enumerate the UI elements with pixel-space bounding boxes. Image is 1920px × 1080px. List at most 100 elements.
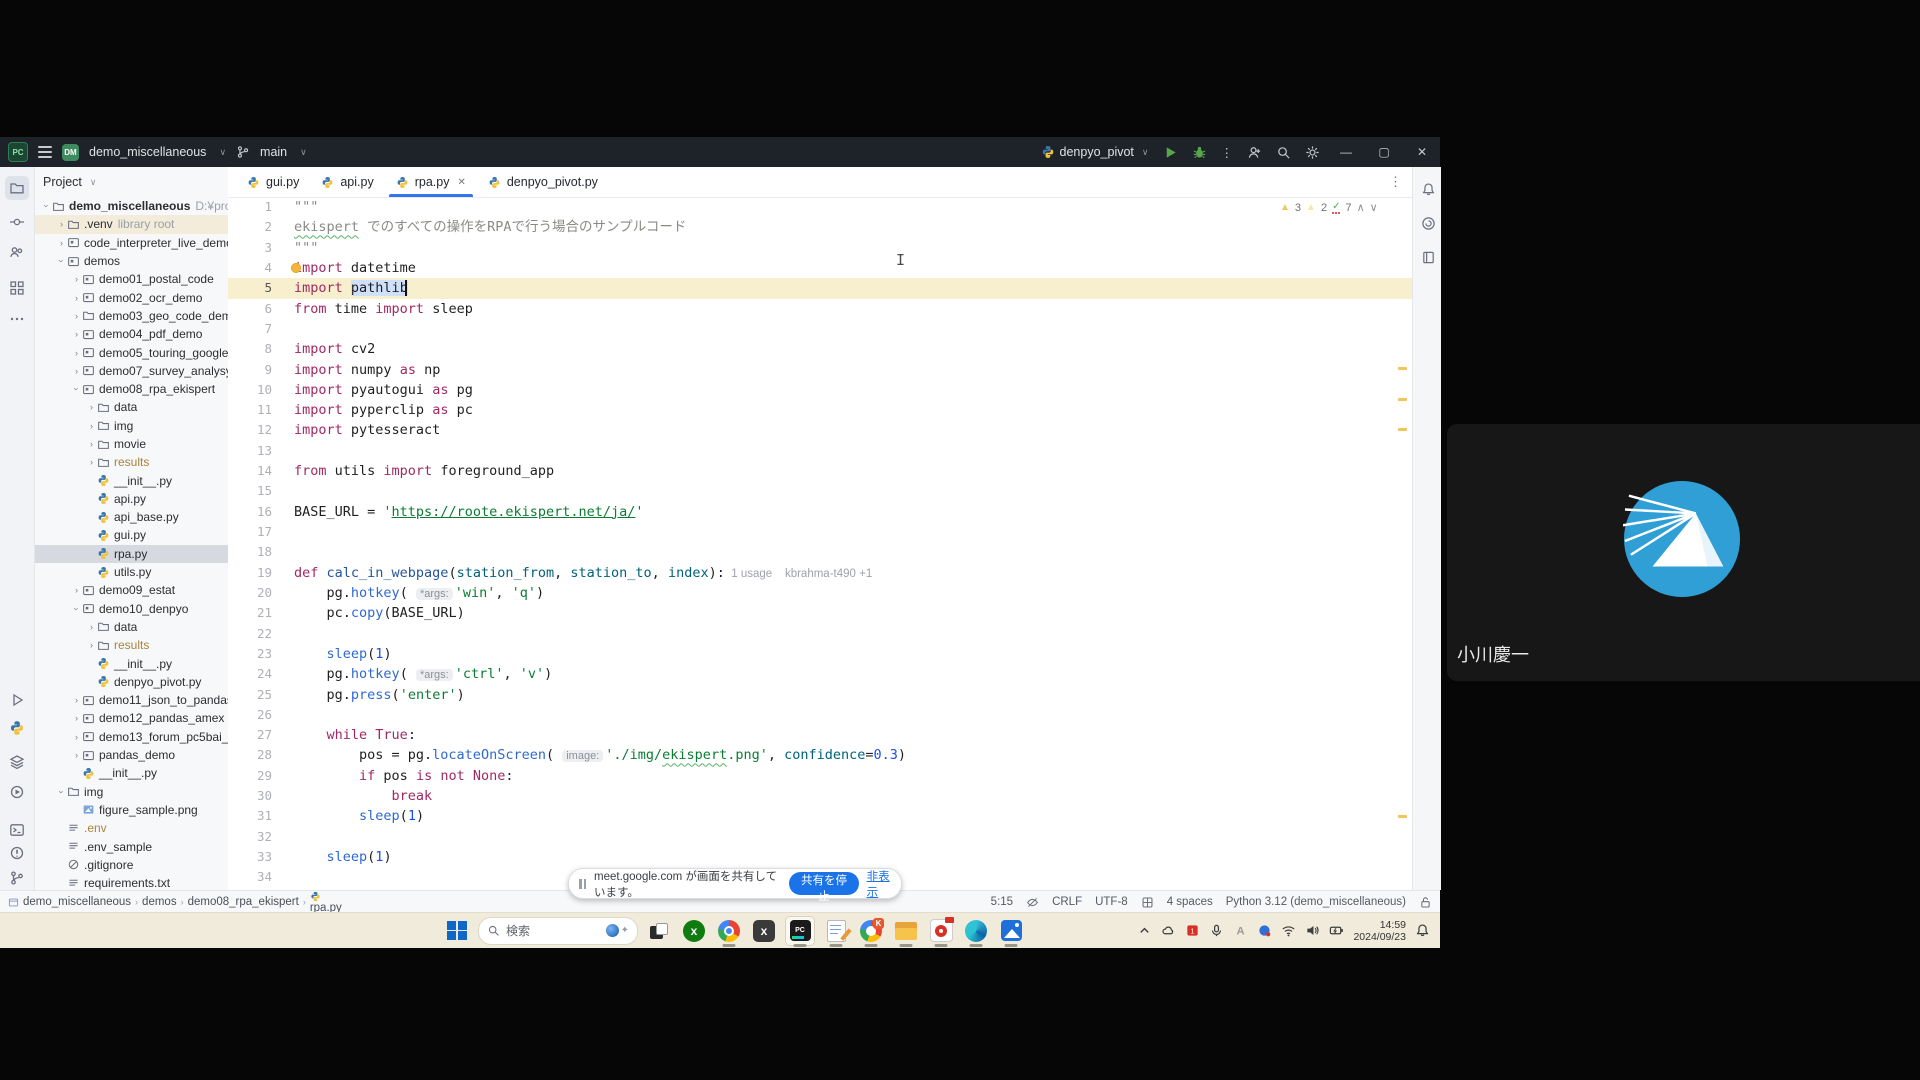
- branch-name[interactable]: main: [260, 145, 287, 159]
- python-interpreter[interactable]: Python 3.12 (demo_miscellaneous): [1226, 896, 1406, 908]
- ime-a-icon[interactable]: A: [1233, 923, 1248, 938]
- indent-setting[interactable]: 4 spaces: [1167, 896, 1213, 908]
- problems-icon[interactable]: [5, 841, 29, 865]
- tree-item-demo_miscellaneous[interactable]: ›demo_miscellaneousD:¥projects¥dem: [35, 197, 228, 215]
- lock-icon[interactable]: [1419, 896, 1432, 909]
- tree-item-demos[interactable]: ›demos: [35, 252, 228, 270]
- search-icon[interactable]: [1276, 145, 1291, 160]
- status-dot-icon[interactable]: [1257, 923, 1272, 938]
- chevron-expanded-icon[interactable]: ›: [72, 603, 82, 614]
- start-icon[interactable]: [443, 917, 471, 945]
- mic-icon[interactable]: [1209, 923, 1224, 938]
- explorer-icon[interactable]: [892, 917, 920, 945]
- tree-item-rpa.py[interactable]: rpa.py: [35, 545, 228, 563]
- run-config-widget[interactable]: denpyo_pivot ∨: [1041, 145, 1149, 159]
- wifi-icon[interactable]: [1281, 923, 1296, 938]
- close-button[interactable]: ✕: [1410, 145, 1434, 159]
- documentation-icon[interactable]: [1416, 245, 1440, 269]
- chevron-expanded-icon[interactable]: ›: [72, 384, 82, 395]
- chevron-up-icon[interactable]: [1137, 923, 1152, 938]
- tab-api-py[interactable]: api.py: [310, 167, 384, 197]
- tree-item-api.py[interactable]: api.py: [35, 490, 228, 508]
- next-issue-icon[interactable]: ∨: [1370, 201, 1378, 214]
- tree-item-.gitignore[interactable]: .gitignore: [35, 856, 228, 874]
- tree-item-utils.py[interactable]: utils.py: [35, 563, 228, 581]
- notifications-bell-icon[interactable]: [1416, 177, 1440, 201]
- chevron-collapsed-icon[interactable]: ›: [71, 750, 82, 760]
- run-icon[interactable]: [5, 688, 29, 712]
- photos-icon[interactable]: [997, 917, 1025, 945]
- breadcrumb-item[interactable]: demos: [142, 896, 177, 908]
- tree-item-demo03_geo_code_demo[interactable]: ›demo03_geo_code_demo: [35, 307, 228, 325]
- breadcrumb-item[interactable]: rpa.py: [310, 891, 342, 914]
- chevron-expanded-icon[interactable]: ›: [57, 786, 67, 797]
- tree-item-.env[interactable]: .env: [35, 819, 228, 837]
- chevron-collapsed-icon[interactable]: ›: [71, 732, 82, 742]
- tree-item-demo09_estat[interactable]: ›demo09_estat: [35, 581, 228, 599]
- maximize-button[interactable]: ▢: [1372, 145, 1396, 159]
- chevron-expanded-icon[interactable]: ›: [42, 201, 52, 212]
- tree-item-requirements.txt[interactable]: requirements.txt: [35, 874, 228, 890]
- chevron-collapsed-icon[interactable]: ›: [56, 238, 67, 248]
- tab-gui-py[interactable]: gui.py: [236, 167, 310, 197]
- tree-item-__init__.py[interactable]: __init__.py: [35, 654, 228, 672]
- tree-item-results[interactable]: ›results: [35, 636, 228, 654]
- tab-rpa-py[interactable]: rpa.py✕: [385, 167, 477, 197]
- tree-item-demo05_touring_google_maps[interactable]: ›demo05_touring_google_maps: [35, 343, 228, 361]
- tree-item-demo04_pdf_demo[interactable]: ›demo04_pdf_demo: [35, 325, 228, 343]
- chevron-collapsed-icon[interactable]: ›: [86, 402, 97, 412]
- tab-options-icon[interactable]: ⋮: [1389, 174, 1402, 190]
- tree-item-.venv[interactable]: ›.venvlibrary root: [35, 215, 228, 233]
- indent-icon[interactable]: [1141, 896, 1154, 909]
- chevron-collapsed-icon[interactable]: ›: [86, 421, 97, 431]
- participant-tile[interactable]: 小川慶一: [1447, 424, 1920, 681]
- main-menu-icon[interactable]: [38, 146, 52, 158]
- notifications-bell-icon[interactable]: [1415, 923, 1430, 938]
- hide-link[interactable]: 非表示: [867, 868, 895, 900]
- calendar-badge-icon[interactable]: 1: [1185, 923, 1200, 938]
- tree-item-.env_sample[interactable]: .env_sample: [35, 837, 228, 855]
- people-icon[interactable]: [5, 240, 29, 264]
- chevron-collapsed-icon[interactable]: ›: [71, 585, 82, 595]
- cloud-icon[interactable]: [1161, 923, 1176, 938]
- inspection-widget[interactable]: ▲3 ▲2 ✓7 ∧ ∨: [1280, 201, 1378, 214]
- breadcrumb-item[interactable]: demo_miscellaneous: [23, 896, 131, 908]
- terminal-icon[interactable]: [5, 818, 29, 842]
- chevron-collapsed-icon[interactable]: ›: [71, 695, 82, 705]
- tree-item-__init__.py[interactable]: __init__.py: [35, 471, 228, 489]
- chevron-collapsed-icon[interactable]: ›: [86, 457, 97, 467]
- tree-item-demo11_json_to_pandas[interactable]: ›demo11_json_to_pandas: [35, 691, 228, 709]
- chevron-collapsed-icon[interactable]: ›: [71, 329, 82, 339]
- tree-item-demo08_rpa_ekispert[interactable]: ›demo08_rpa_ekispert: [35, 380, 228, 398]
- tree-item-demo10_denpyo[interactable]: ›demo10_denpyo: [35, 600, 228, 618]
- chrome-colorful-icon[interactable]: [715, 917, 743, 945]
- tree-item-demo01_postal_code[interactable]: ›demo01_postal_code: [35, 270, 228, 288]
- structure-icon[interactable]: [5, 276, 29, 300]
- prev-issue-icon[interactable]: ∧: [1357, 201, 1365, 214]
- code-view[interactable]: 1"""2ekispert でのすべての操作をRPAで行う場合のサンプルコード3…: [228, 197, 1412, 888]
- chevron-collapsed-icon[interactable]: ›: [86, 640, 97, 650]
- tree-item-movie[interactable]: ›movie: [35, 435, 228, 453]
- chevron-collapsed-icon[interactable]: ›: [56, 219, 67, 229]
- tree-item-figure_sample.png[interactable]: figure_sample.png: [35, 801, 228, 819]
- tree-item-demo07_survey_analysys[interactable]: ›demo07_survey_analysys: [35, 362, 228, 380]
- tree-item-img[interactable]: ›img: [35, 783, 228, 801]
- tree-item-demo12_pandas_amex[interactable]: ›demo12_pandas_amex: [35, 709, 228, 727]
- close-tab-icon[interactable]: ✕: [457, 177, 465, 188]
- tree-item-results[interactable]: ›results: [35, 453, 228, 471]
- chevron-collapsed-icon[interactable]: ›: [71, 366, 82, 376]
- gear-icon[interactable]: [1305, 145, 1320, 160]
- tree-item-__init__.py[interactable]: __init__.py: [35, 764, 228, 782]
- tree-item-demo02_ocr_demo[interactable]: ›demo02_ocr_demo: [35, 288, 228, 306]
- commit-icon[interactable]: [5, 210, 29, 234]
- python-console-icon[interactable]: [5, 716, 29, 740]
- tree-item-denpyo_pivot.py[interactable]: denpyo_pivot.py: [35, 673, 228, 691]
- run-button[interactable]: [1163, 145, 1178, 160]
- project-name[interactable]: demo_miscellaneous: [89, 145, 206, 159]
- more-icon[interactable]: [5, 307, 29, 331]
- chrome-profile-icon[interactable]: K: [857, 917, 885, 945]
- caret-position[interactable]: 5:15: [991, 896, 1013, 908]
- add-user-icon[interactable]: [1247, 145, 1262, 160]
- tree-item-data[interactable]: ›data: [35, 618, 228, 636]
- chevron-collapsed-icon[interactable]: ›: [86, 439, 97, 449]
